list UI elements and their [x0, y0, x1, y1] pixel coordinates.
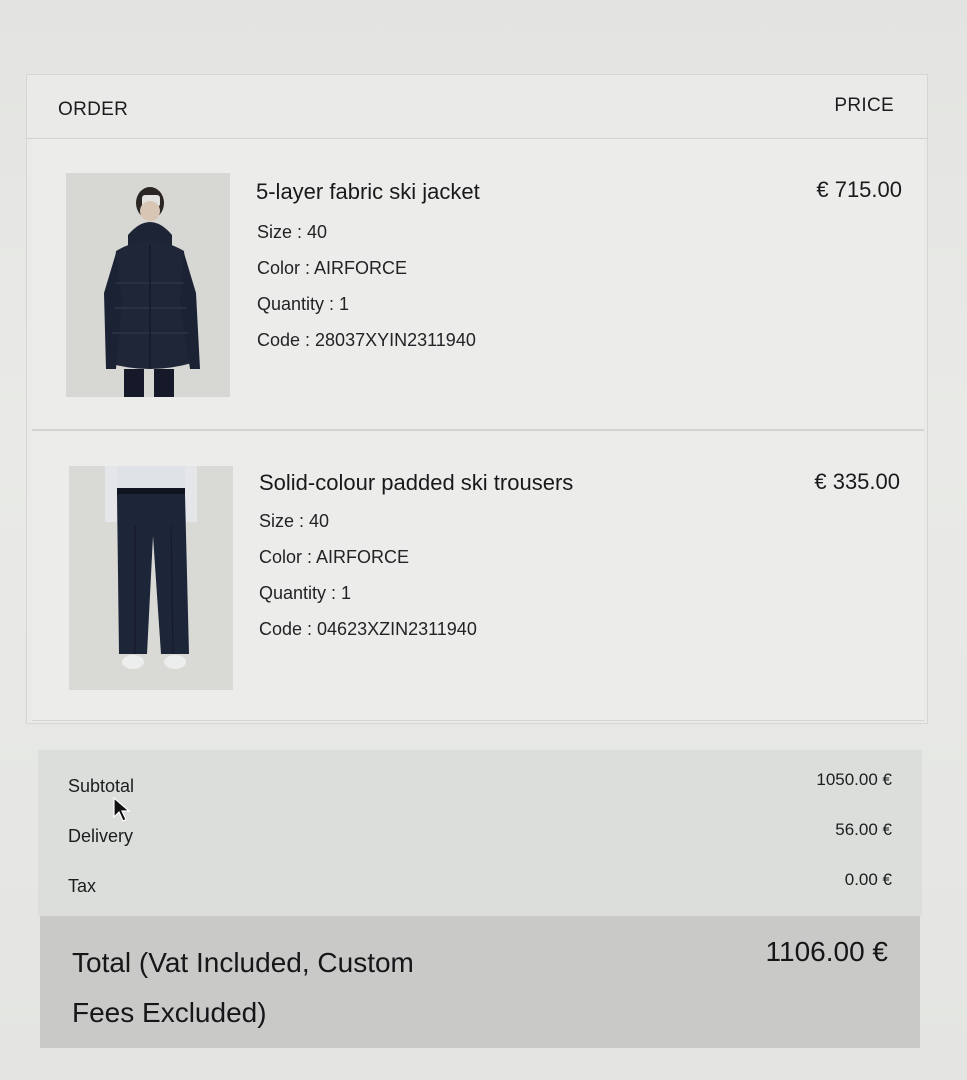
price-column-header: PRICE — [834, 95, 894, 116]
item-quantity: Quantity : 1 — [259, 583, 352, 603]
subtotal-label: Subtotal — [68, 776, 135, 796]
ski-jacket-illustration — [66, 173, 230, 397]
order-column-header: ORDER — [58, 99, 129, 120]
item-name[interactable]: Solid-colour padded ski trousers — [259, 470, 573, 496]
order-summary: Subtotal 1050.00 € Delivery 56.00 € Tax … — [38, 750, 922, 916]
tax-label: Tax — [68, 876, 97, 896]
item-code: Code : 28037XYIN2311940 — [257, 330, 476, 350]
subtotal-row: Subtotal 1050.00 € — [38, 770, 922, 816]
item-price: € 715.00 — [816, 177, 902, 202]
delivery-label: Delivery — [68, 826, 134, 846]
order-total: Total (Vat Included, Custom Fees Exclude… — [40, 916, 920, 1048]
ski-trousers-photo[interactable] — [69, 466, 233, 690]
item-price: € 335.00 — [814, 469, 900, 494]
total-value: 1106.00 € — [765, 936, 889, 967]
subtotal-value: 1050.00 € — [816, 770, 892, 789]
item-details: Size : 40 Color : AIRFORCE Quantity : 1 … — [257, 214, 476, 358]
total-label: Total (Vat Included, Custom Fees Exclude… — [72, 947, 414, 1028]
order-item: Solid-colour padded ski trousers Size : … — [32, 433, 924, 721]
order-panel: ORDER PRICE 5-layer fabric ski jacket Si… — [26, 74, 928, 724]
tax-value: 0.00 € — [844, 870, 892, 889]
mouse-pointer-icon — [113, 797, 131, 822]
item-color: Color : AIRFORCE — [259, 547, 410, 567]
delivery-value: 56.00 € — [835, 820, 892, 839]
order-item: 5-layer fabric ski jacket Size : 40 Colo… — [32, 139, 924, 431]
item-details: Size : 40 Color : AIRFORCE Quantity : 1 … — [259, 503, 477, 647]
checkout-page: ORDER PRICE 5-layer fabric ski jacket Si… — [0, 0, 967, 1080]
item-color: Color : AIRFORCE — [257, 258, 408, 278]
item-size: Size : 40 — [259, 511, 330, 531]
order-header: ORDER PRICE — [27, 75, 927, 139]
delivery-row: Delivery 56.00 € — [38, 820, 922, 866]
item-name[interactable]: 5-layer fabric ski jacket — [256, 179, 480, 205]
item-quantity: Quantity : 1 — [257, 294, 350, 314]
tax-row: Tax 0.00 € — [38, 870, 922, 916]
ski-jacket-photo[interactable] — [66, 173, 230, 397]
item-code: Code : 04623XZIN2311940 — [259, 619, 477, 639]
item-size: Size : 40 — [257, 222, 328, 242]
ski-trousers-illustration — [69, 466, 233, 690]
